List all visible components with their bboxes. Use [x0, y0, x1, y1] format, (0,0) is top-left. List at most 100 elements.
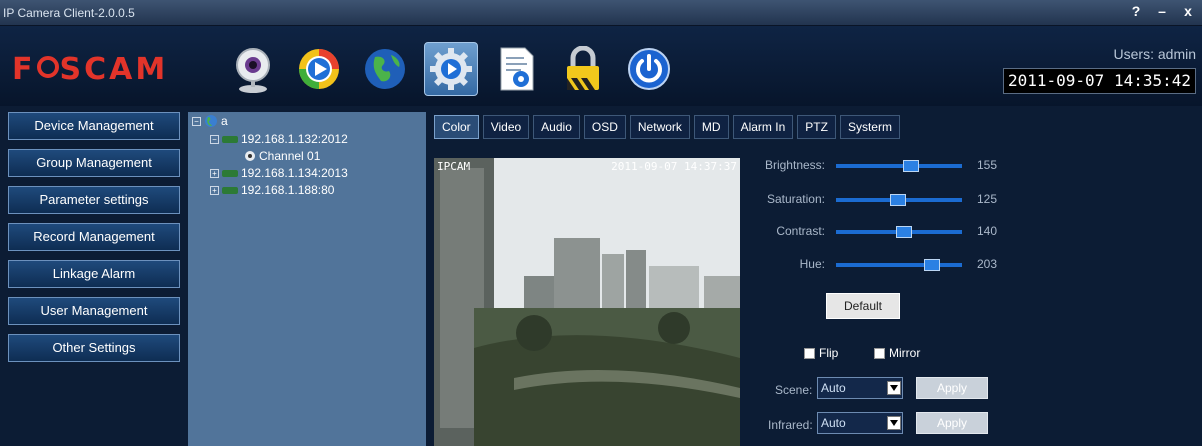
window-controls: ? – x [1126, 2, 1198, 20]
header-bar: F SCAM Users: admin 2011-09-07 14:35:42 [0, 26, 1202, 106]
hue-slider-row: Hue: 203 [740, 256, 1020, 274]
tree-device-item[interactable]: − 192.168.1.132:2012 [210, 132, 348, 146]
scene-apply-button[interactable]: Apply [916, 377, 988, 399]
default-button[interactable]: Default [826, 293, 900, 319]
log-toolbar-button[interactable] [490, 42, 544, 96]
datetime-display: 2011-09-07 14:35:42 [1003, 68, 1196, 94]
tree-device-label: 192.168.1.132:2012 [241, 132, 348, 146]
window-title: IP Camera Client-2.0.0.5 [3, 6, 135, 20]
device-tree: − a − 192.168.1.132:2012 Channel 01 + 19… [188, 112, 426, 446]
video-preview[interactable]: IPCAM 2011-09-07 14:37:37 [434, 158, 740, 446]
foscam-logo: F SCAM [12, 52, 169, 87]
expand-icon[interactable]: + [210, 168, 219, 178]
nav-parameter-settings[interactable]: Parameter settings [8, 186, 180, 214]
hue-value: 203 [977, 257, 998, 271]
flip-checkbox[interactable]: Flip [804, 346, 838, 360]
tab-system[interactable]: Systerm [839, 115, 900, 139]
collapse-icon[interactable]: − [210, 134, 219, 144]
saturation-slider[interactable] [836, 194, 962, 206]
expand-icon[interactable]: + [210, 185, 219, 195]
brightness-slider[interactable] [836, 160, 962, 172]
left-nav: Device Management Group Management Param… [8, 112, 180, 371]
camera-device-icon [222, 135, 238, 143]
brightness-slider-row: Brightness: 155 [740, 157, 1020, 175]
tree-channel-item[interactable]: Channel 01 [244, 149, 320, 163]
tree-device-item[interactable]: + 192.168.1.134:2013 [210, 166, 348, 180]
tab-video[interactable]: Video [482, 115, 530, 139]
nav-record-management[interactable]: Record Management [8, 223, 180, 251]
infrared-dropdown-arrow[interactable] [887, 416, 901, 430]
tree-root-label: a [221, 114, 228, 128]
osd-timestamp: 2011-09-07 14:37:37 [611, 160, 737, 173]
chevron-down-icon [890, 420, 898, 426]
globe-toolbar-button[interactable] [358, 42, 412, 96]
contrast-slider-thumb[interactable] [896, 226, 912, 238]
tree-root[interactable]: − a [192, 114, 228, 128]
close-button[interactable]: x [1178, 2, 1198, 20]
collapse-icon[interactable]: − [192, 116, 201, 126]
brightness-slider-thumb[interactable] [903, 160, 919, 172]
camera-feed-image [434, 158, 740, 446]
power-toolbar-button[interactable] [622, 42, 676, 96]
brightness-label: Brightness: [764, 158, 825, 172]
globe-icon [365, 49, 405, 89]
title-bar: IP Camera Client-2.0.0.5 ? – x [0, 0, 1202, 26]
tab-osd[interactable]: OSD [583, 115, 626, 139]
mirror-checkbox-box[interactable] [874, 347, 885, 359]
brightness-value: 155 [977, 158, 998, 172]
camera-device-icon [222, 186, 238, 194]
flip-label: Flip [819, 346, 839, 360]
nav-device-management[interactable]: Device Management [8, 112, 180, 140]
scene-label: Scene: [775, 383, 813, 397]
lock-icon [567, 46, 599, 90]
nav-user-management[interactable]: User Management [8, 297, 180, 325]
scene-select-value: Auto [821, 381, 846, 395]
tree-device-item[interactable]: + 192.168.1.188:80 [210, 183, 334, 197]
tree-channel-label: Channel 01 [259, 149, 321, 163]
document-icon [500, 47, 534, 91]
play-toolbar-button[interactable] [292, 42, 346, 96]
contrast-slider[interactable] [836, 226, 962, 238]
hue-slider[interactable] [836, 259, 962, 271]
scene-dropdown-arrow[interactable] [887, 381, 901, 395]
hue-slider-thumb[interactable] [924, 259, 940, 271]
saturation-label: Saturation: [766, 192, 825, 206]
infrared-label: Infrared: [768, 418, 813, 432]
camera-channel-icon [245, 151, 255, 161]
flip-checkbox-box[interactable] [804, 347, 815, 359]
main-toolbar [226, 42, 676, 96]
tab-ptz[interactable]: PTZ [797, 115, 836, 139]
settings-gear-icon [430, 48, 472, 90]
tab-color[interactable]: Color [434, 115, 479, 139]
lock-toolbar-button[interactable] [556, 42, 610, 96]
tree-device-label: 192.168.1.134:2013 [241, 166, 348, 180]
mirror-label: Mirror [889, 346, 921, 360]
mirror-checkbox[interactable]: Mirror [874, 346, 920, 360]
tree-device-label: 192.168.1.188:80 [241, 183, 335, 197]
nav-linkage-alarm[interactable]: Linkage Alarm [8, 260, 180, 288]
play-icon [299, 49, 339, 89]
saturation-slider-thumb[interactable] [890, 194, 906, 206]
infrared-apply-button[interactable]: Apply [916, 412, 988, 434]
nav-group-management[interactable]: Group Management [8, 149, 180, 177]
webcam-toolbar-button[interactable] [226, 42, 280, 96]
settings-toolbar-button[interactable] [424, 42, 478, 96]
camera-device-icon [222, 169, 238, 177]
tab-alarm-in[interactable]: Alarm In [732, 115, 794, 139]
help-button[interactable]: ? [1126, 2, 1146, 20]
tab-network[interactable]: Network [629, 115, 690, 139]
saturation-value: 125 [977, 192, 998, 206]
tab-audio[interactable]: Audio [533, 115, 580, 139]
hue-label: Hue: [799, 257, 825, 271]
webcam-icon [236, 48, 270, 93]
tab-md[interactable]: MD [693, 115, 729, 139]
contrast-slider-row: Contrast: 140 [740, 223, 1020, 241]
globe-icon [205, 115, 217, 127]
osd-camera-name: IPCAM [437, 160, 471, 173]
minimize-button[interactable]: – [1152, 2, 1172, 20]
infrared-select-value: Auto [821, 416, 846, 430]
contrast-label: Contrast: [776, 224, 825, 238]
current-user: Users: admin [1113, 46, 1196, 62]
contrast-value: 140 [977, 224, 998, 238]
nav-other-settings[interactable]: Other Settings [8, 334, 180, 362]
